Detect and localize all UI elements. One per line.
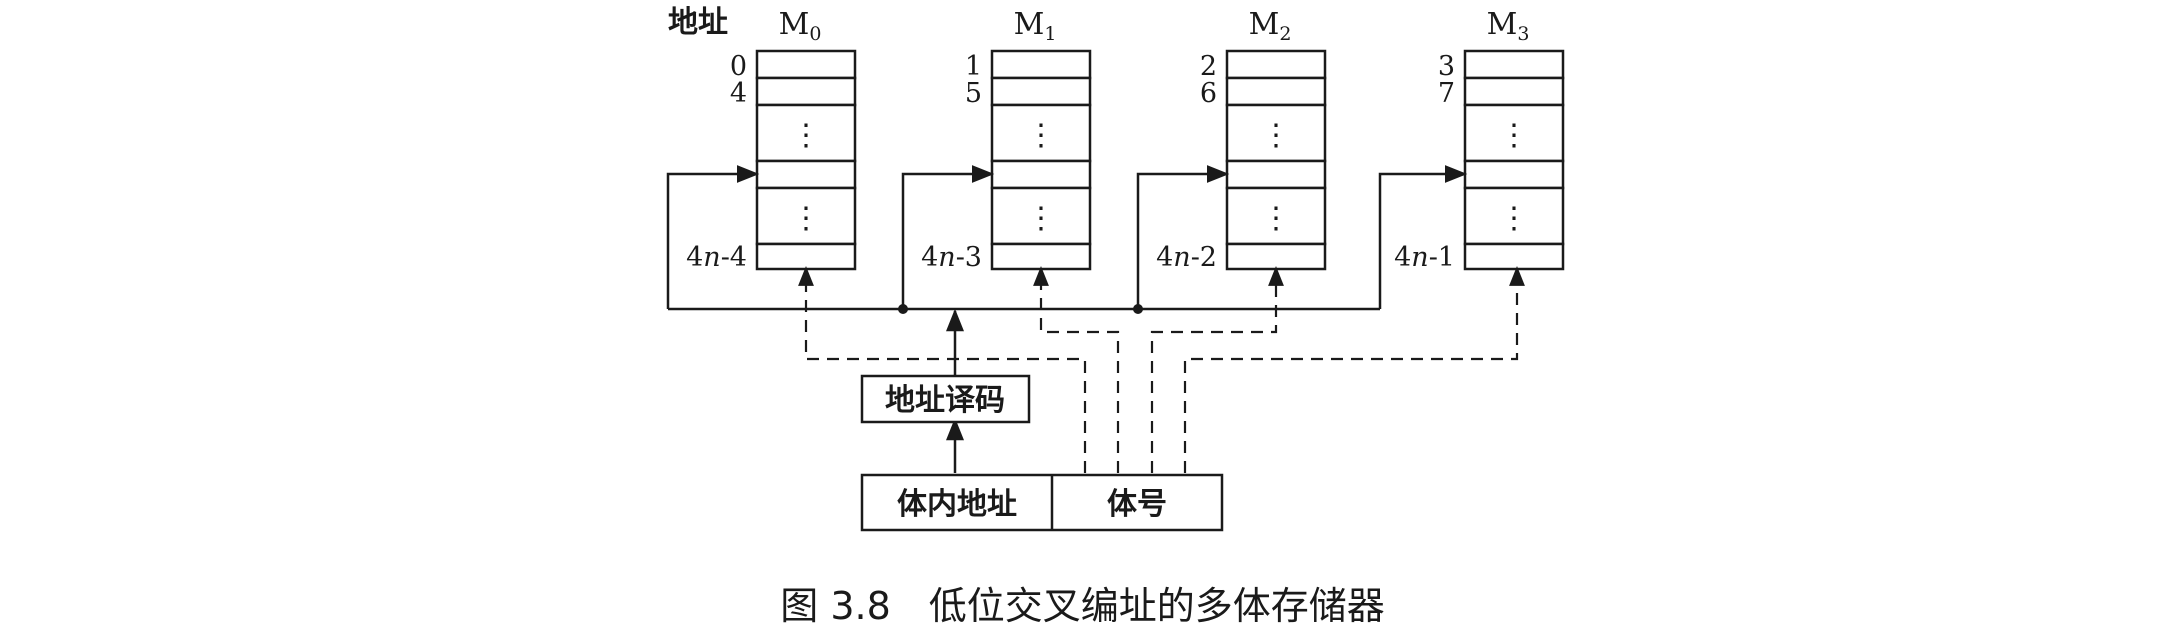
address-label-second: 4 [730,78,747,109]
memory-cell [755,159,857,190]
last-offset: -2 [1191,242,1217,273]
memory-cell [1225,49,1327,80]
address-label-second: 7 [1438,78,1455,109]
address-label-second: 6 [1200,78,1217,109]
memory-module-3: M3 ⋮ ⋮ 3 7 4n-1 [1394,7,1565,273]
ellipsis-mark: ⋮ [1026,201,1056,236]
address-register: 体内地址 体号 [860,473,1224,532]
ellipsis-mark: ⋮ [791,118,821,153]
memory-cell [755,49,857,80]
memory-modules: M0⋮⋮044n-4M1⋮⋮154n-3M2⋮⋮264n-2M3⋮⋮374n-1 [686,7,1565,273]
memory-cell [990,159,1092,190]
bank-number-field: 体号 [1107,487,1167,522]
last-coefficient: 4 [1394,242,1411,273]
last-offset: -1 [1429,242,1455,273]
address-label-second: 5 [965,78,982,109]
memory-module-2: M2 ⋮ ⋮ 2 6 4n-2 [1156,7,1327,273]
module-title: M2 [1249,7,1292,45]
memory-cell [755,242,857,271]
address-label-last: 4n-3 [921,242,982,273]
inner-address-field: 体内地址 [897,487,1017,522]
diagram-stage: 地址 M0 ⋮ ⋮ 0 4 4n-4 M1 ⋮ ⋮ 1 5 4n-3 M2 ⋮ ⋮ 2 6 4n-2 M3 ⋮ ⋮ 3 7 4… [0,0,2165,631]
module-title: M1 [1014,7,1057,45]
ellipsis-mark: ⋮ [1499,118,1529,153]
module-subscript: 2 [1279,23,1291,45]
module-letter: M [1249,7,1280,42]
memory-cell [990,49,1092,80]
last-variable: n [938,242,955,273]
last-variable: n [1173,242,1190,273]
module-subscript: 1 [1044,23,1056,45]
address-label-last: 4n-1 [1394,242,1455,273]
module-letter: M [1014,7,1045,42]
last-offset: -4 [721,242,747,273]
memory-cell [990,242,1092,271]
module-title: M3 [1487,7,1530,45]
memory-cell [1463,242,1565,271]
ellipsis-mark: ⋮ [1026,118,1056,153]
memory-cell [1463,49,1565,80]
module-letter: M [1487,7,1518,42]
ellipsis-mark: ⋮ [791,201,821,236]
last-variable: n [1411,242,1428,273]
address-label-last: 4n-2 [1156,242,1217,273]
last-coefficient: 4 [921,242,938,273]
address-header-label: 地址 [668,5,728,40]
last-offset: -3 [956,242,982,273]
select-m0 [798,266,1087,473]
figure-caption: 图 3.8 低位交叉编址的多体存储器 [780,584,1385,628]
interleaved-memory-diagram: 地址 M0⋮⋮044n-4M1⋮⋮154n-3M2⋮⋮264n-2M3⋮⋮374… [666,5,1565,532]
select-m3 [1183,266,1525,473]
select-m2 [1150,266,1284,473]
module-title: M0 [779,7,822,45]
select-m1 [1033,266,1120,473]
memory-cell [1225,76,1327,107]
module-letter: M [779,7,810,42]
memory-module-1: M1 ⋮ ⋮ 1 5 4n-3 [921,7,1092,273]
memory-module-0: M0⋮⋮044n-4 [686,7,857,273]
bank-select-lines [798,266,1525,473]
memory-cell [1225,242,1327,271]
address-decoder: 地址译码 [860,374,1031,424]
last-coefficient: 4 [686,242,703,273]
bus-junction-1 [898,304,908,314]
ellipsis-mark: ⋮ [1261,118,1291,153]
address-label-last: 4n-4 [686,242,747,273]
bus-junction-2 [1133,304,1143,314]
memory-cell [755,76,857,107]
last-coefficient: 4 [1156,242,1173,273]
module-subscript: 3 [1517,23,1529,45]
memory-cell [1463,76,1565,107]
ellipsis-mark: ⋮ [1499,201,1529,236]
memory-cell [1463,159,1565,190]
memory-cell [990,76,1092,107]
module-subscript: 0 [809,23,821,45]
last-variable: n [703,242,720,273]
ellipsis-mark: ⋮ [1261,201,1291,236]
decoder-label: 地址译码 [885,383,1005,418]
memory-cell [1225,159,1327,190]
